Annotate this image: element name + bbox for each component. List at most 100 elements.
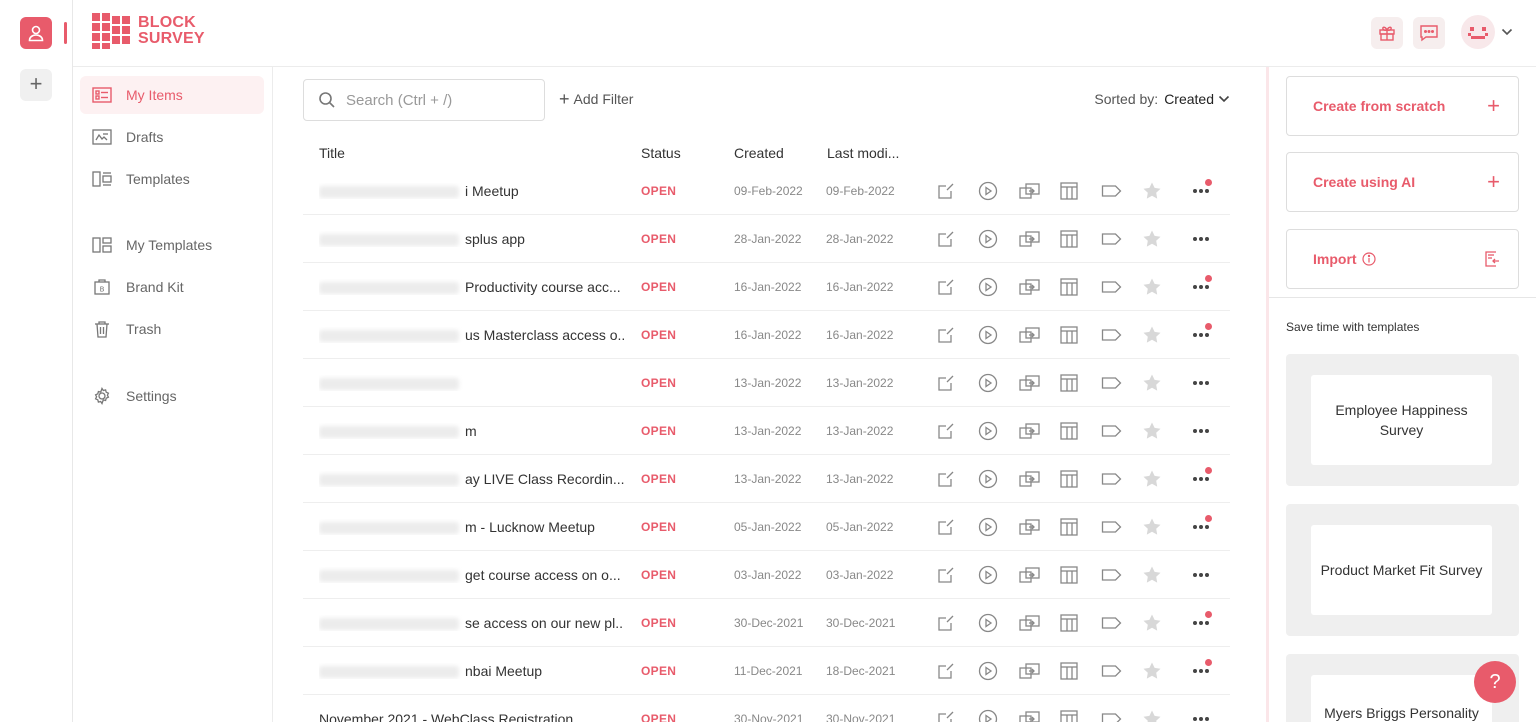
create-using-ai-button[interactable]: Create using AI + [1286,152,1519,212]
table-row[interactable]: nbai Meetup OPEN 11-Dec-2021 18-Dec-2021 [303,647,1230,695]
table-row[interactable]: i Meetup OPEN 09-Feb-2022 09-Feb-2022 [303,167,1230,215]
tag-icon[interactable] [1101,516,1142,538]
preview-icon[interactable] [978,372,1019,394]
star-icon[interactable] [1142,276,1183,298]
results-icon[interactable] [1060,228,1101,250]
tag-icon[interactable] [1101,420,1142,442]
results-icon[interactable] [1060,420,1101,442]
more-options-icon[interactable] [1188,419,1214,443]
import-button[interactable]: Import [1286,229,1519,289]
table-row[interactable]: OPEN 13-Jan-2022 13-Jan-2022 [303,359,1230,407]
edit-icon[interactable] [937,564,978,586]
nav-item-drafts[interactable]: Drafts [80,118,264,156]
table-row[interactable]: se access on our new pl... OPEN 30-Dec-2… [303,599,1230,647]
gift-button[interactable] [1371,17,1403,49]
template-card[interactable]: Employee Happiness Survey [1286,354,1519,486]
blocksurvey-logo[interactable]: BLOCK SURVEY [92,13,205,49]
tag-icon[interactable] [1101,180,1142,202]
search-box[interactable] [303,79,545,121]
results-icon[interactable] [1060,516,1101,538]
sort-dropdown[interactable]: Sorted by: Created [1094,91,1230,107]
more-options-icon[interactable] [1188,371,1214,395]
col-last-modified[interactable]: Last modi... [827,145,899,161]
results-icon[interactable] [1060,708,1101,722]
item-title[interactable]: Productivity course acc... [319,279,624,295]
tag-icon[interactable] [1101,660,1142,682]
edit-icon[interactable] [937,612,978,634]
item-title[interactable]: i Meetup [319,183,624,199]
tag-icon[interactable] [1101,324,1142,346]
share-icon[interactable] [1019,420,1060,442]
col-title[interactable]: Title [319,145,345,161]
nav-item-my-items[interactable]: My Items [80,76,264,114]
tag-icon[interactable] [1101,276,1142,298]
template-card[interactable]: Product Market Fit Survey [1286,504,1519,636]
preview-icon[interactable] [978,228,1019,250]
preview-icon[interactable] [978,564,1019,586]
preview-icon[interactable] [978,276,1019,298]
edit-icon[interactable] [937,420,978,442]
more-options-icon[interactable] [1188,611,1214,635]
table-row[interactable]: Productivity course acc... OPEN 16-Jan-2… [303,263,1230,311]
preview-icon[interactable] [978,468,1019,490]
table-row[interactable]: get course access on o... OPEN 03-Jan-20… [303,551,1230,599]
create-from-scratch-button[interactable]: Create from scratch + [1286,76,1519,136]
edit-icon[interactable] [937,180,978,202]
nav-item-templates[interactable]: Templates [80,160,264,198]
more-options-icon[interactable] [1188,323,1214,347]
nav-item-settings[interactable]: Settings [80,377,264,415]
item-title[interactable]: ay LIVE Class Recordin... [319,471,624,487]
item-title[interactable]: get course access on o... [319,567,624,583]
tag-icon[interactable] [1101,612,1142,634]
star-icon[interactable] [1142,516,1183,538]
table-row[interactable]: m - Lucknow Meetup OPEN 05-Jan-2022 05-J… [303,503,1230,551]
star-icon[interactable] [1142,180,1183,202]
edit-icon[interactable] [937,276,978,298]
user-menu[interactable] [1461,15,1513,49]
tag-icon[interactable] [1101,228,1142,250]
more-options-icon[interactable] [1188,515,1214,539]
item-title[interactable]: us Masterclass access o... [319,327,624,343]
share-icon[interactable] [1019,612,1060,634]
share-icon[interactable] [1019,180,1060,202]
results-icon[interactable] [1060,564,1101,586]
nav-item-brand-kit[interactable]: B Brand Kit [80,268,264,306]
edit-icon[interactable] [937,708,978,722]
share-icon[interactable] [1019,276,1060,298]
results-icon[interactable] [1060,324,1101,346]
table-row[interactable]: ay LIVE Class Recordin... OPEN 13-Jan-20… [303,455,1230,503]
item-title[interactable]: m - Lucknow Meetup [319,519,624,535]
preview-icon[interactable] [978,180,1019,202]
share-icon[interactable] [1019,708,1060,722]
share-icon[interactable] [1019,516,1060,538]
add-workspace-button[interactable]: + [20,69,52,101]
share-icon[interactable] [1019,660,1060,682]
preview-icon[interactable] [978,516,1019,538]
share-icon[interactable] [1019,564,1060,586]
star-icon[interactable] [1142,612,1183,634]
results-icon[interactable] [1060,468,1101,490]
star-icon[interactable] [1142,468,1183,490]
table-row[interactable]: m OPEN 13-Jan-2022 13-Jan-2022 [303,407,1230,455]
tag-icon[interactable] [1101,564,1142,586]
preview-icon[interactable] [978,420,1019,442]
search-input[interactable] [346,91,526,109]
star-icon[interactable] [1142,372,1183,394]
edit-icon[interactable] [937,516,978,538]
star-icon[interactable] [1142,660,1183,682]
more-options-icon[interactable] [1188,227,1214,251]
nav-item-trash[interactable]: Trash [80,310,264,348]
share-icon[interactable] [1019,324,1060,346]
more-options-icon[interactable] [1188,659,1214,683]
results-icon[interactable] [1060,660,1101,682]
results-icon[interactable] [1060,276,1101,298]
more-options-icon[interactable] [1188,275,1214,299]
edit-icon[interactable] [937,228,978,250]
col-status[interactable]: Status [641,145,681,161]
preview-icon[interactable] [978,612,1019,634]
more-options-icon[interactable] [1188,563,1214,587]
table-row[interactable]: November 2021 - WebClass Registration OP… [303,695,1230,722]
nav-item-my-templates[interactable]: My Templates [80,226,264,264]
star-icon[interactable] [1142,564,1183,586]
more-options-icon[interactable] [1188,179,1214,203]
